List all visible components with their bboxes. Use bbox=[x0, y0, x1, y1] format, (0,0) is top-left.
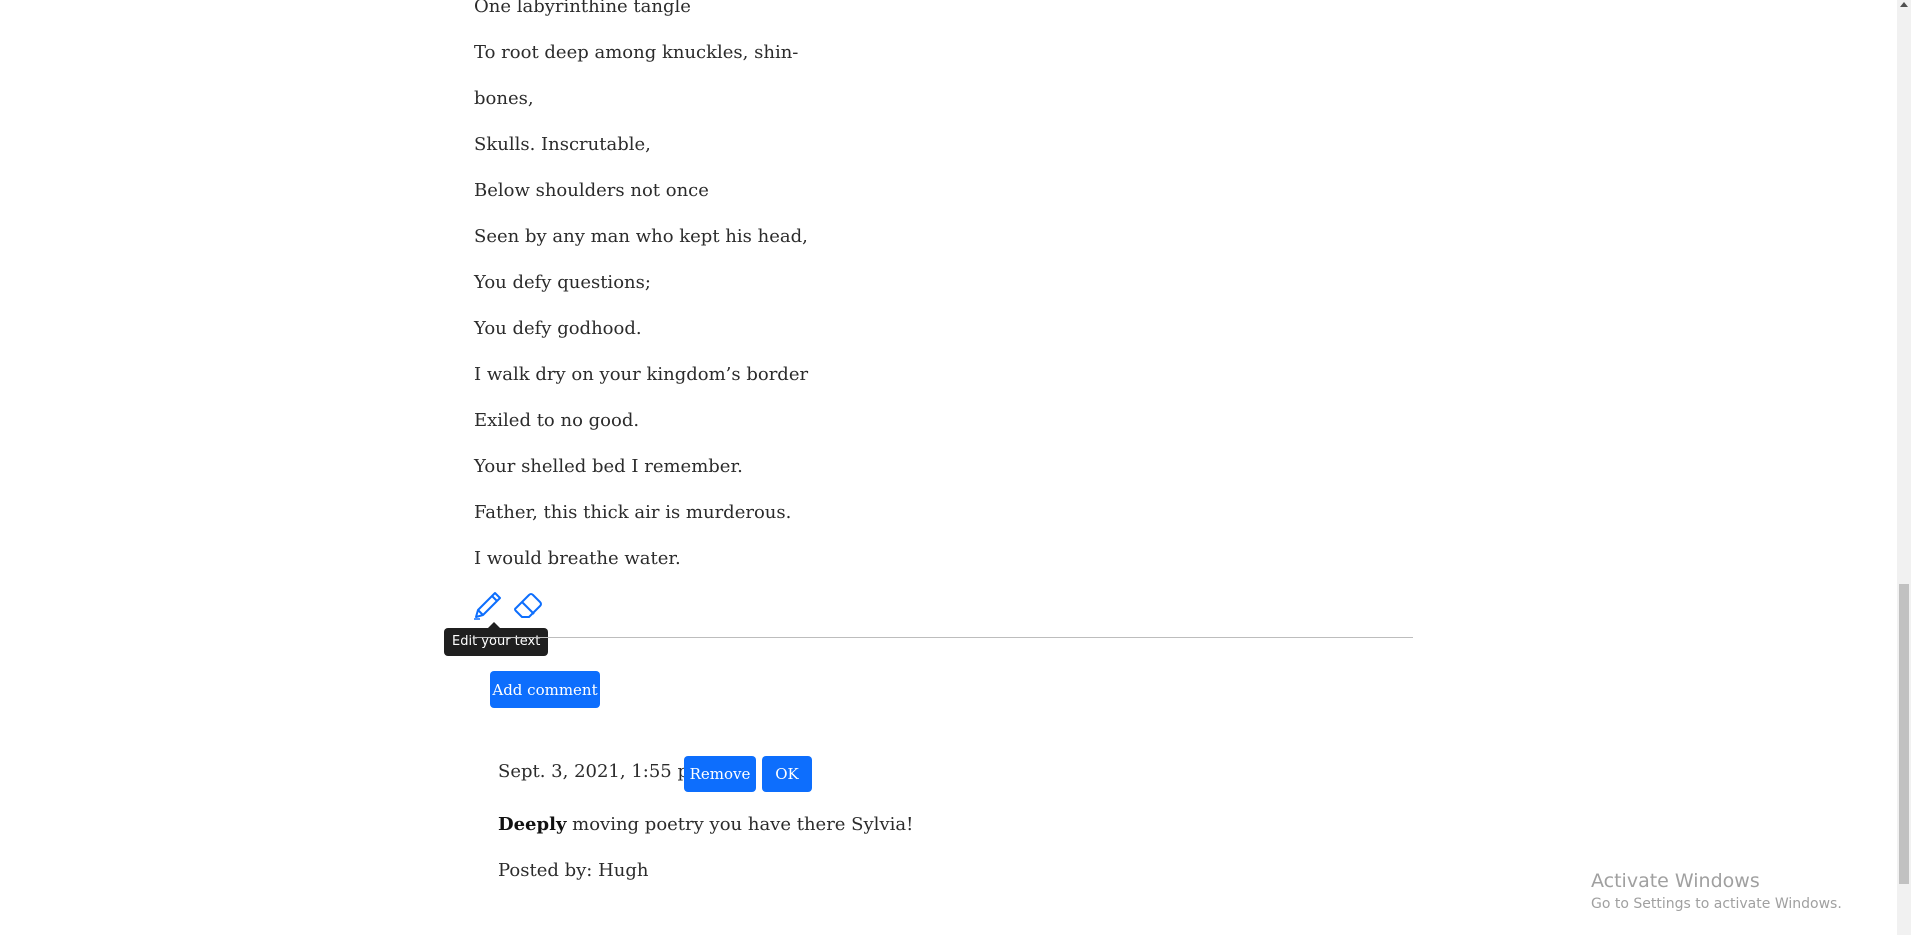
poem-text: One labyrinthine tangle To root deep amo… bbox=[474, 0, 808, 582]
vertical-scrollbar[interactable] bbox=[1897, 0, 1911, 935]
poem-line: Skulls. Inscrutable, bbox=[474, 134, 651, 155]
poem-line: Exiled to no good. bbox=[474, 410, 640, 431]
poem-line: I would breathe water. bbox=[474, 548, 681, 569]
comment-body: Deeply moving poetry you have there Sylv… bbox=[498, 813, 913, 837]
poem-line: You defy questions; bbox=[474, 272, 651, 293]
watermark-title: Activate Windows bbox=[1591, 870, 1760, 892]
approve-comment-button[interactable]: OK bbox=[762, 756, 812, 792]
comment-body-bold: Deeply bbox=[498, 814, 567, 835]
edit-tooltip: Edit your text bbox=[444, 628, 549, 656]
comment-body-text: moving poetry you have there Sylvia! bbox=[566, 814, 914, 835]
eraser-icon bbox=[514, 593, 542, 618]
scroll-up-icon[interactable] bbox=[1900, 2, 1908, 7]
activation-watermark: Activate Windows Go to Settings to activ… bbox=[1591, 868, 1842, 914]
poem-line: Father, this thick air is murderous. bbox=[474, 502, 792, 523]
scrollbar-thumb[interactable] bbox=[1899, 584, 1909, 884]
comment-author: Posted by: Hugh bbox=[498, 860, 649, 881]
poem-line: bones, bbox=[474, 88, 534, 109]
poem-line: Seen by any man who kept his head, bbox=[474, 226, 808, 247]
poem-line: I walk dry on your kingdom’s border bbox=[474, 364, 809, 385]
poem-line: Below shoulders not once bbox=[474, 180, 709, 201]
page: One labyrinthine tangle To root deep amo… bbox=[0, 0, 1911, 935]
poem-line: You defy godhood. bbox=[474, 318, 642, 339]
poem-line: One labyrinthine tangle bbox=[474, 0, 691, 17]
erase-text-button[interactable] bbox=[510, 586, 546, 622]
pencil-icon bbox=[474, 592, 501, 620]
edit-text-button[interactable] bbox=[470, 586, 506, 622]
add-comment-button[interactable]: Add comment bbox=[490, 671, 600, 708]
section-divider bbox=[474, 637, 1413, 638]
poem-line: To root deep among knuckles, shin- bbox=[474, 42, 799, 63]
poem-line: Your shelled bed I remember. bbox=[474, 456, 743, 477]
watermark-subtitle: Go to Settings to activate Windows. bbox=[1591, 896, 1842, 912]
remove-comment-button[interactable]: Remove bbox=[684, 756, 756, 792]
